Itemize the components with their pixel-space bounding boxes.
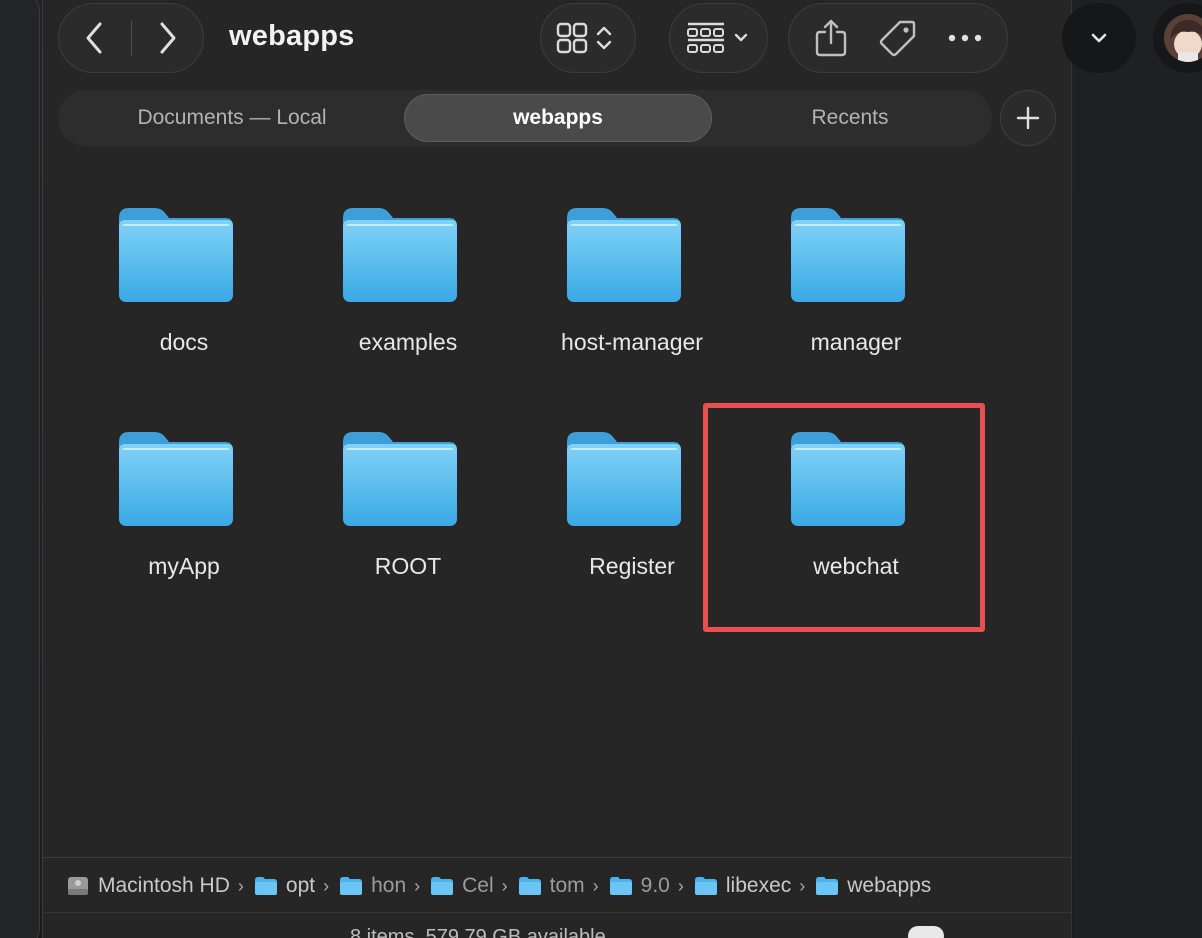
dropdown-button[interactable] [1062,3,1136,73]
chevron-right-icon: › [592,875,599,896]
desktop: webapps Documents — Local webapps Recent… [0,0,1202,938]
path-item-macintosh-hd[interactable]: Macintosh HD [66,874,230,898]
folder-item[interactable]: myApp [72,428,272,618]
status-text: 8 items, 579.79 GB available [350,926,606,938]
share-icon [815,19,846,57]
icon-size-slider[interactable] [908,926,944,938]
tab-bar: Documents — Local webapps Recents [58,90,992,146]
folder-icon [694,877,717,895]
folder-icon [119,208,233,302]
background-window [0,0,40,938]
group-by-button[interactable] [669,3,768,73]
folder-label: examples [358,329,458,355]
share-button[interactable] [801,8,861,68]
folder-label: docs [159,329,209,355]
highlight-box [703,403,985,632]
chevron-down-icon [1091,33,1107,43]
folder-icon [431,877,454,895]
chevron-right-icon: › [237,875,244,896]
folder-icon [343,208,457,302]
path-item-9-0[interactable]: 9.0 [609,874,670,898]
chevron-right-icon: › [323,875,330,896]
folder-icon [340,877,363,895]
back-button[interactable] [59,3,131,73]
tab-recents[interactable]: Recents [718,90,982,146]
more-button[interactable] [935,8,995,68]
folder-label: myApp [148,553,220,579]
folder-label: ROOT [374,553,442,579]
path-item-webapps[interactable]: webapps [815,874,931,898]
background-region [1073,0,1202,938]
folder-icon [609,877,632,895]
folder-item[interactable]: ROOT [296,428,496,618]
folder-icon [343,432,457,526]
path-bar: Macintosh HD › opt › hon › Cel › tom › 9… [66,868,931,904]
tab-documents-local[interactable]: Documents — Local [78,90,386,146]
window-title: webapps [229,20,355,52]
tab-webapps[interactable]: webapps [404,94,712,142]
path-item-libexec[interactable]: libexec [694,874,791,898]
toolbar-actions [788,3,1008,73]
chevron-right-icon: › [799,875,806,896]
group-by-icon [686,22,747,53]
folder-label: host-manager [561,329,703,355]
path-item-opt[interactable]: opt [254,874,315,898]
avatar [1164,14,1202,62]
view-mode-button[interactable] [540,3,636,73]
forward-button[interactable] [132,3,204,73]
path-item-cel[interactable]: Cel [430,874,494,898]
navigation-controls [58,3,204,73]
folder-item[interactable]: host-manager [520,204,720,394]
folder-item[interactable]: Register [520,428,720,618]
folder-label: manager [810,329,902,355]
tag-icon [879,20,916,57]
tag-button[interactable] [868,8,928,68]
chevron-right-icon [160,22,176,54]
divider [42,857,1072,858]
icon-grid-view-icon [556,22,612,54]
plus-icon [1016,106,1040,130]
folder-item[interactable]: manager [744,204,944,394]
folder-icon [567,208,681,302]
path-item-hon[interactable]: hon [339,874,406,898]
folder-icon [816,877,839,895]
new-tab-button[interactable] [1000,90,1056,146]
folder-item[interactable]: docs [72,204,272,394]
folder-item[interactable]: examples [296,204,496,394]
folder-icon [567,432,681,526]
folder-icon [518,877,541,895]
chevron-right-icon: › [677,875,684,896]
folder-icon [254,877,277,895]
path-item-tom[interactable]: tom [518,874,585,898]
disk-icon [68,877,88,895]
chevron-right-icon: › [501,875,508,896]
folder-icon [119,432,233,526]
chevron-right-icon: › [414,875,421,896]
more-icon [949,34,982,42]
folder-icon [791,208,905,302]
chevron-left-icon [86,22,102,54]
